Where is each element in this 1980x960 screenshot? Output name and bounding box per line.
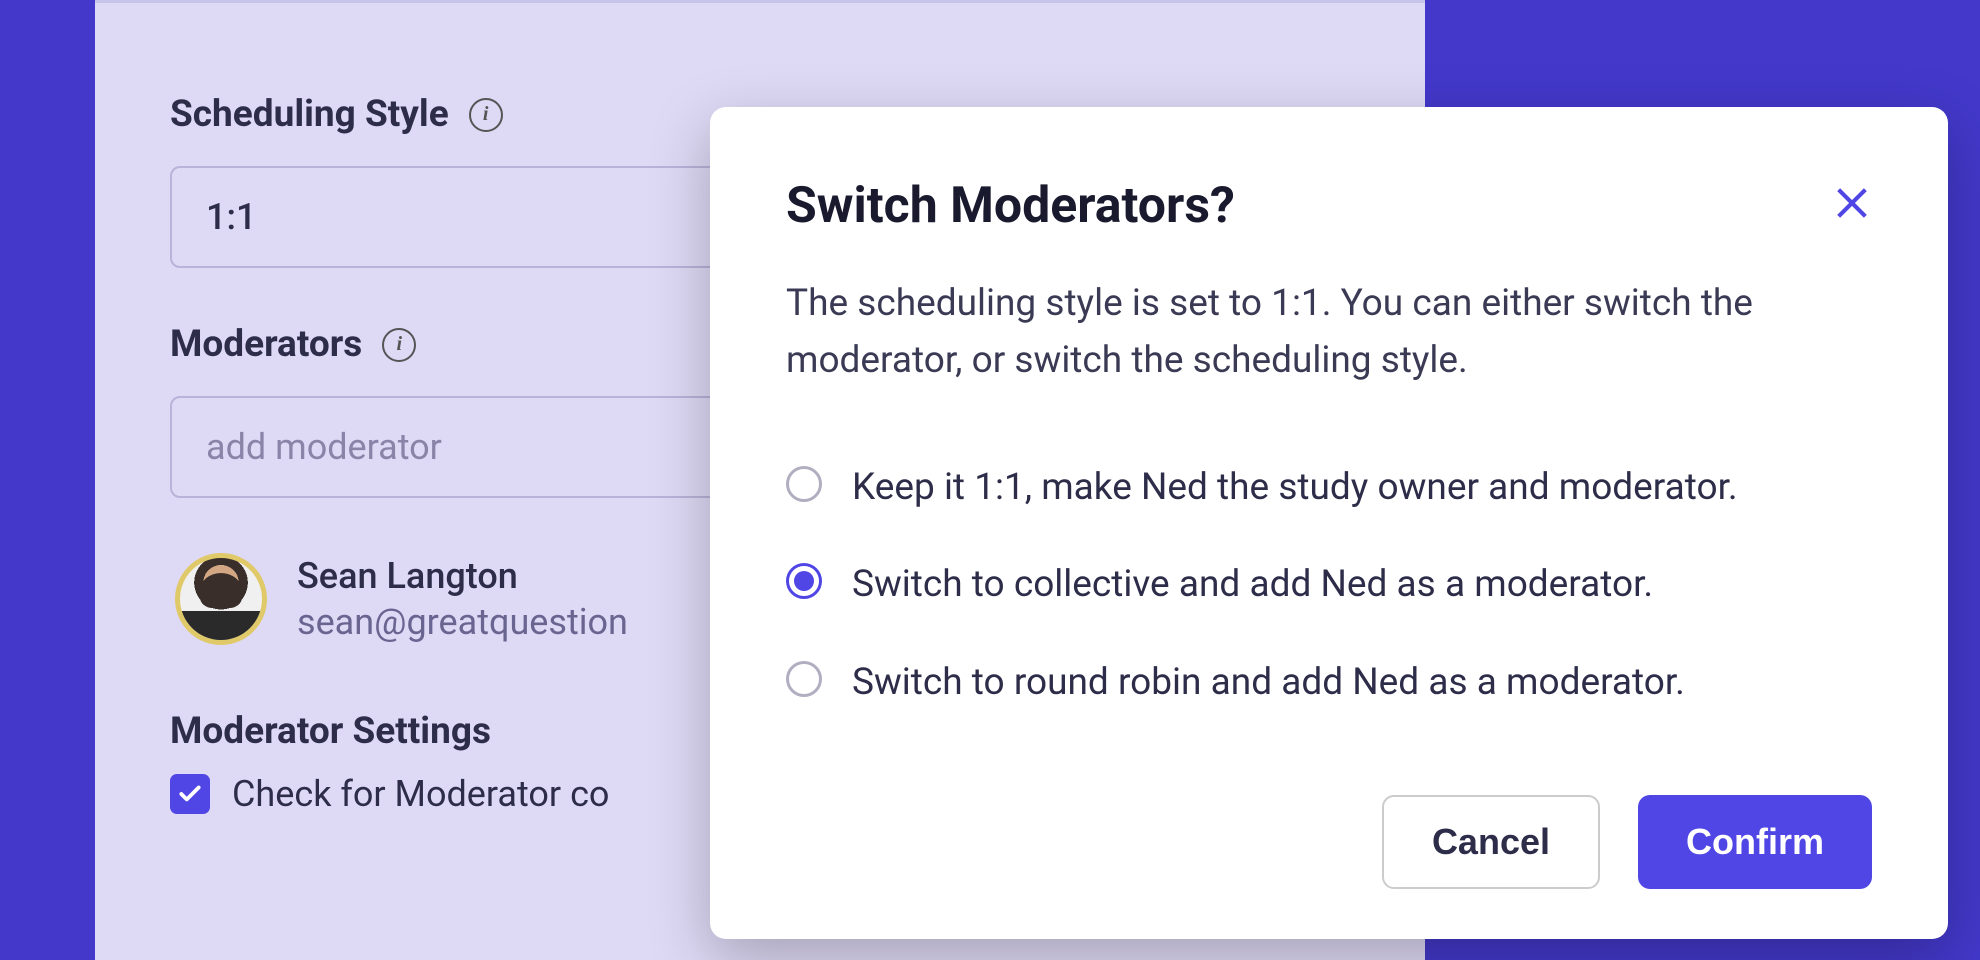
modal-header: Switch Moderators? (786, 177, 1872, 235)
cancel-button[interactable]: Cancel (1382, 795, 1600, 889)
radio-option-round-robin[interactable]: Switch to round robin and add Ned as a m… (786, 655, 1872, 711)
radio-label: Switch to round robin and add Ned as a m… (852, 655, 1685, 711)
scheduling-style-label: Scheduling Style (170, 93, 449, 136)
moderator-email: sean@greatquestion (297, 601, 628, 643)
radio-option-collective[interactable]: Switch to collective and add Ned as a mo… (786, 557, 1872, 613)
close-icon (1832, 183, 1872, 223)
checkbox-checked-icon[interactable] (170, 774, 210, 814)
moderator-info: Sean Langton sean@greatquestion (297, 555, 628, 643)
moderators-label: Moderators (170, 323, 362, 366)
radio-icon-selected (786, 563, 822, 599)
modal-actions: Cancel Confirm (786, 795, 1872, 889)
info-icon[interactable]: i (469, 98, 503, 132)
radio-label: Keep it 1:1, make Ned the study owner an… (852, 460, 1738, 516)
conflict-checkbox-label: Check for Moderator co (232, 773, 609, 815)
modal-description: The scheduling style is set to 1:1. You … (786, 275, 1872, 390)
avatar (175, 553, 267, 645)
radio-group: Keep it 1:1, make Ned the study owner an… (786, 460, 1872, 711)
modal-title: Switch Moderators? (786, 177, 1235, 235)
radio-icon (786, 661, 822, 697)
switch-moderators-modal: Switch Moderators? The scheduling style … (710, 107, 1948, 939)
radio-option-keep-1-1[interactable]: Keep it 1:1, make Ned the study owner an… (786, 460, 1872, 516)
close-button[interactable] (1832, 183, 1872, 223)
confirm-button[interactable]: Confirm (1638, 795, 1872, 889)
radio-icon (786, 466, 822, 502)
moderator-name: Sean Langton (297, 555, 628, 597)
info-icon[interactable]: i (382, 328, 416, 362)
radio-label: Switch to collective and add Ned as a mo… (852, 557, 1653, 613)
